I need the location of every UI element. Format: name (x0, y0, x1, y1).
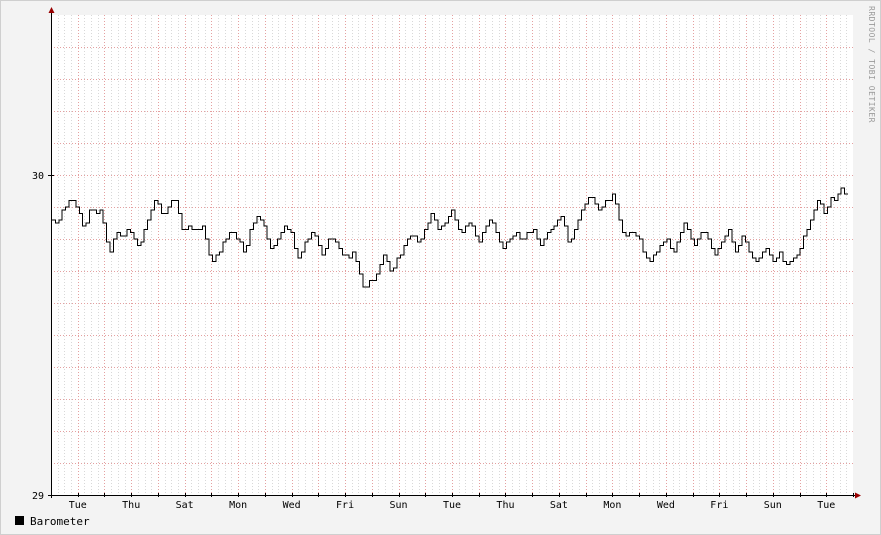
legend-swatch-barometer (15, 516, 24, 525)
x-tick-label: Tue (69, 500, 87, 511)
x-tick-label: Thu (496, 500, 514, 511)
x-tick-label: Mon (603, 500, 621, 511)
x-tick-label: Sat (550, 500, 568, 511)
barometer-chart: Tue Thu Sat Mon Wed Fri Sun Tue Thu Sat Mon Wed Fri S… (0, 0, 881, 535)
x-tick-label: Wed (657, 500, 675, 511)
y-tick-label: 30 (32, 171, 44, 182)
watermark: RRDTOOL / TOBI OETIKER (867, 6, 876, 123)
x-tick-label: Tue (443, 500, 461, 511)
x-tick-label: Mon (229, 500, 247, 511)
x-tick-label: Wed (283, 500, 301, 511)
y-tick-label: 29 (32, 491, 44, 502)
x-tick-label: Fri (336, 500, 354, 511)
legend-label-barometer: Barometer (30, 515, 90, 528)
x-tick-label: Sun (390, 500, 408, 511)
x-tick-label: Sun (764, 500, 782, 511)
x-tick-label: Tue (817, 500, 835, 511)
x-tick-label: Thu (122, 500, 140, 511)
x-tick-label: Fri (710, 500, 728, 511)
x-tick-label: Sat (176, 500, 194, 511)
